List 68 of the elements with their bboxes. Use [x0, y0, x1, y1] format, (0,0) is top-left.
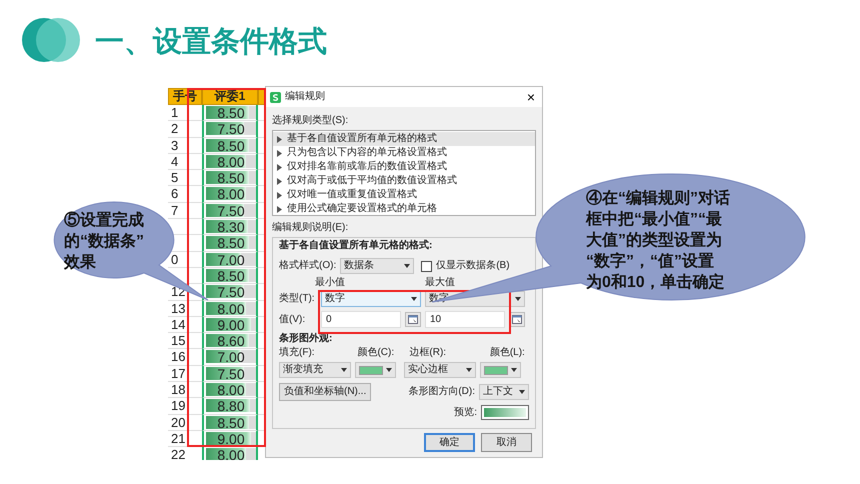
dropdown[interactable]: 数据条 — [340, 258, 414, 274]
field-label: 预览: — [454, 406, 477, 418]
value-input[interactable]: 0 — [321, 311, 401, 328]
caret-icon — [386, 368, 392, 372]
table-cell-text: 8.00 — [216, 154, 246, 170]
table-cell-text: 9.00 — [216, 430, 246, 447]
checkbox-label: 仅显示数据条(B) — [436, 260, 510, 272]
color-picker[interactable] — [480, 362, 521, 378]
app-icon — [270, 92, 281, 102]
field-label: 条形图方向(D): — [408, 386, 475, 398]
caret-icon — [341, 368, 347, 372]
rule-type-item[interactable]: 使用公式确定要设置格式的单元格 — [273, 202, 535, 216]
table-cell-text: 8.50 — [216, 414, 246, 431]
caret-icon — [411, 297, 417, 301]
dropdown[interactable]: 数字 — [321, 291, 421, 307]
table-cell-text: 8.30 — [216, 219, 246, 236]
dropdown[interactable]: 实心边框 — [404, 362, 476, 378]
cancel-button[interactable]: 取消 — [481, 433, 532, 452]
dropdown[interactable]: 上下文 — [479, 384, 529, 400]
rule-type-item[interactable]: 仅对高于或低于平均值的数值设置格式 — [273, 174, 535, 188]
column-label: 最大值 — [425, 277, 455, 289]
rule-type-item[interactable]: 只为包含以下内容的单元格设置格式 — [273, 146, 535, 160]
field-label: 颜色(L): — [490, 347, 526, 359]
caret-icon — [515, 297, 521, 301]
table-cell-text: 9.00 — [216, 316, 246, 333]
table-cell-text: 8.00 — [216, 186, 246, 202]
table-cell-text: 7.00 — [216, 349, 246, 366]
caret-icon — [519, 390, 525, 394]
table-cell-text: 8.60 — [216, 333, 246, 350]
caret-icon — [404, 264, 410, 268]
axis-button[interactable]: 负值和坐标轴(N)... — [279, 383, 372, 401]
callout-text: ④在“编辑规则”对话 框中把“最小值”“最 大值”的类型设置为 “数字”，“值”设置 为0和10，单击确定 — [586, 188, 730, 293]
section-label: 编辑规则说明(E): — [272, 222, 350, 234]
ok-button[interactable]: 确定 — [424, 433, 475, 452]
slide-title: 一、设置条件格式 — [95, 25, 327, 60]
field-label: 边框(R): — [409, 347, 448, 359]
section-label: 选择规则类型(S): — [272, 115, 350, 127]
field-label: 值(V): — [279, 314, 306, 326]
table-cell-text: 8.00 — [216, 382, 246, 398]
caret-icon — [466, 368, 472, 372]
callout-text: ⑤设置完成 的“数据条” 效果 — [64, 210, 144, 273]
value-input[interactable]: 10 — [425, 311, 505, 328]
table-cell-text: 8.50 — [216, 268, 246, 284]
window-title: 编辑规则 — [285, 91, 325, 103]
field-label: 类型(T): — [279, 293, 316, 305]
field-label: 颜色(C): — [357, 347, 396, 359]
rule-type-item[interactable]: 仅对排名靠前或靠后的数值设置格式 — [273, 160, 535, 174]
caret-icon — [511, 368, 517, 372]
rule-type-item[interactable]: 仅对唯一值或重复值设置格式 — [273, 188, 535, 202]
cell-reference-button[interactable] — [405, 312, 421, 327]
group-title: 基于各自值设置所有单元格的格式: — [279, 240, 434, 252]
field-label: 格式样式(O): — [279, 260, 336, 272]
table-cell-text: 8.50 — [216, 170, 246, 186]
field-label: 填充(F): — [279, 347, 316, 359]
table-cell-text: 8.50 — [216, 235, 246, 252]
column-label: 最小值 — [315, 277, 345, 289]
table-cell-text: 7.00 — [216, 252, 246, 268]
table-cell-text: 8.00 — [216, 300, 246, 317]
table-cell-text: 8.00 — [216, 447, 246, 460]
table-cell-text: 8.50 — [216, 138, 246, 154]
rule-type-item[interactable]: 基于各自值设置所有单元格的格式 — [273, 132, 535, 146]
dropdown[interactable]: 渐变填充 — [279, 362, 351, 378]
table-cell-text: 8.80 — [216, 398, 246, 414]
table-cell-text: 8.50 — [216, 105, 246, 121]
bar-preview — [481, 405, 529, 420]
checkbox[interactable] — [421, 260, 432, 272]
close-button[interactable]: × — [524, 90, 538, 104]
color-picker[interactable] — [355, 362, 396, 378]
